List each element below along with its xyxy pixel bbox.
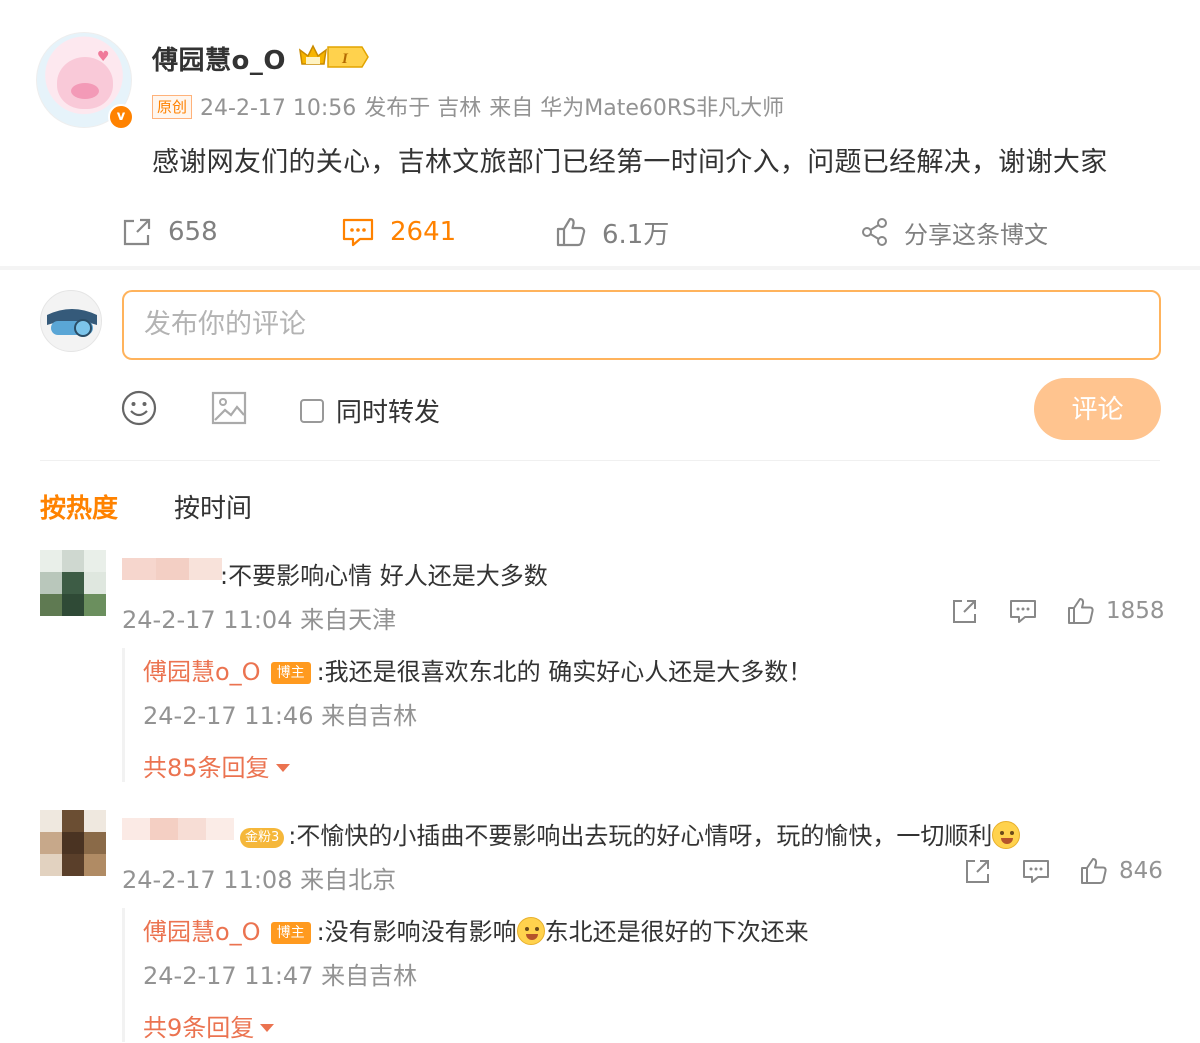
crying-emoji-icon	[992, 821, 1021, 849]
comment-actions: 846	[963, 856, 1163, 886]
thumbs-up-icon	[556, 217, 586, 247]
chevron-down-icon	[275, 763, 290, 772]
like-count: 6.1万	[602, 219, 670, 250]
reply-time: 24-2-17 11:47 来自吉林	[143, 962, 418, 990]
repost-icon[interactable]	[963, 856, 993, 886]
post-text: 感谢网友们的关心，吉林文旅部门已经第一时间介入，问题已经解决，谢谢大家	[152, 147, 1108, 178]
reply-block: 傅园慧o_O 博主:我还是很喜欢东北的 确实好心人还是大多数！ 24-2-17 1…	[122, 648, 1162, 782]
comment-line: 金粉3:不愉快的小插曲不要影响出去玩的好心情呀，玩的愉快，一切顺利	[236, 816, 1021, 851]
submit-comment-button[interactable]: 评论	[1034, 378, 1161, 440]
reply-time: 24-2-17 11:46 来自吉林	[143, 702, 418, 730]
section-divider	[0, 266, 1200, 270]
fan-badge: 金粉3	[240, 828, 285, 848]
reply-line: 傅园慧o_O 博主:我还是很喜欢东北的 确实好心人还是大多数！	[143, 652, 812, 687]
tab-sort-time[interactable]: 按时间	[174, 488, 252, 525]
comment-input[interactable]: 发布你的评论	[122, 290, 1161, 360]
repost-icon	[123, 218, 151, 246]
comment-time: 24-2-17 11:04 来自天津	[122, 606, 397, 634]
commenter-name-blurred[interactable]	[122, 558, 222, 580]
post-timestamp[interactable]: 24-2-17 10:56	[200, 96, 356, 121]
comment-like-button[interactable]: 1858	[1066, 596, 1165, 626]
checkbox-box[interactable]	[300, 398, 324, 423]
reply-text-continued: 东北还是很好的下次还来	[544, 918, 809, 946]
share-button[interactable]: 分享这条博文	[860, 212, 1048, 252]
blogger-tag: 博主	[270, 662, 311, 684]
svg-text:I: I	[341, 51, 349, 67]
reply-icon[interactable]	[1021, 856, 1051, 886]
emoji-icon[interactable]	[120, 388, 158, 428]
tab-sort-hot[interactable]: 按热度	[40, 488, 118, 525]
comment-text: :不愉快的小插曲不要影响出去玩的好心情呀，玩的愉快，一切顺利	[288, 822, 993, 850]
comment-count: 2641	[390, 217, 457, 247]
comment-like-button[interactable]: 846	[1079, 856, 1163, 886]
more-replies-label: 共85条回复	[143, 754, 270, 782]
thumbs-up-icon	[1081, 858, 1107, 884]
repost-count: 658	[168, 217, 218, 247]
reply-line: 傅园慧o_O 博主:没有影响没有影响 东北还是很好的下次还来	[143, 912, 809, 947]
more-replies-link[interactable]: 共85条回复	[143, 748, 290, 783]
commenter-avatar[interactable]	[40, 550, 106, 616]
like-button[interactable]: 6.1万	[554, 212, 669, 252]
chevron-down-icon	[260, 1023, 275, 1032]
my-avatar[interactable]	[40, 290, 102, 352]
blogger-tag: 博主	[270, 922, 311, 944]
comment-text: :不要影响心情 好人还是大多数	[220, 562, 548, 590]
repost-checkbox[interactable]: 同时转发	[300, 392, 440, 429]
comment-button[interactable]: 2641	[340, 212, 456, 252]
thumbs-up-icon	[1068, 598, 1094, 624]
image-icon[interactable]	[210, 388, 248, 428]
divider	[40, 460, 1160, 461]
comment-icon	[342, 218, 374, 247]
vip-crown-icon[interactable]: I	[298, 42, 370, 72]
repost-button[interactable]: 658	[120, 212, 218, 252]
reply-icon[interactable]	[1008, 596, 1038, 626]
comment-actions: 1858	[950, 596, 1165, 626]
post-device: 来自 华为Mate60RS非凡大师	[489, 96, 785, 121]
commenter-name-blurred[interactable]	[122, 818, 234, 840]
more-replies-link[interactable]: 共9条回复	[143, 1008, 275, 1043]
commenter-avatar[interactable]	[40, 810, 106, 876]
reply-block: 傅园慧o_O 博主:没有影响没有影响 东北还是很好的下次还来 24-2-17 11:…	[122, 908, 1162, 1042]
post-location: 发布于 吉林	[364, 96, 482, 121]
comment-like-count: 846	[1119, 858, 1163, 884]
share-label: 分享这条博文	[904, 220, 1048, 249]
share-icon	[862, 218, 887, 246]
reply-author[interactable]: 傅园慧o_O	[143, 918, 261, 946]
post-meta: 原创 24-2-17 10:56 发布于 吉林 来自 华为Mate60RS非凡大师	[152, 90, 784, 122]
reply-text: :我还是很喜欢东北的 确实好心人还是大多数！	[316, 658, 813, 686]
original-tag: 原创	[152, 95, 193, 119]
post-card: ♥ v 傅园慧o_O I 原创 24-2-17 10:56 发布于 吉林 来自 华为M…	[0, 0, 1200, 268]
repost-icon[interactable]	[950, 596, 980, 626]
reply-text: :没有影响没有影响	[316, 918, 517, 946]
comment-time: 24-2-17 11:08 来自北京	[122, 866, 397, 894]
verified-badge-icon: v	[108, 104, 134, 130]
comment-like-count: 1858	[1106, 598, 1165, 624]
reply-author[interactable]: 傅园慧o_O	[143, 658, 261, 686]
author-name[interactable]: 傅园慧o_O	[152, 40, 286, 77]
crying-emoji-icon	[516, 917, 545, 945]
more-replies-label: 共9条回复	[143, 1014, 255, 1042]
repost-checkbox-label: 同时转发	[336, 398, 441, 428]
